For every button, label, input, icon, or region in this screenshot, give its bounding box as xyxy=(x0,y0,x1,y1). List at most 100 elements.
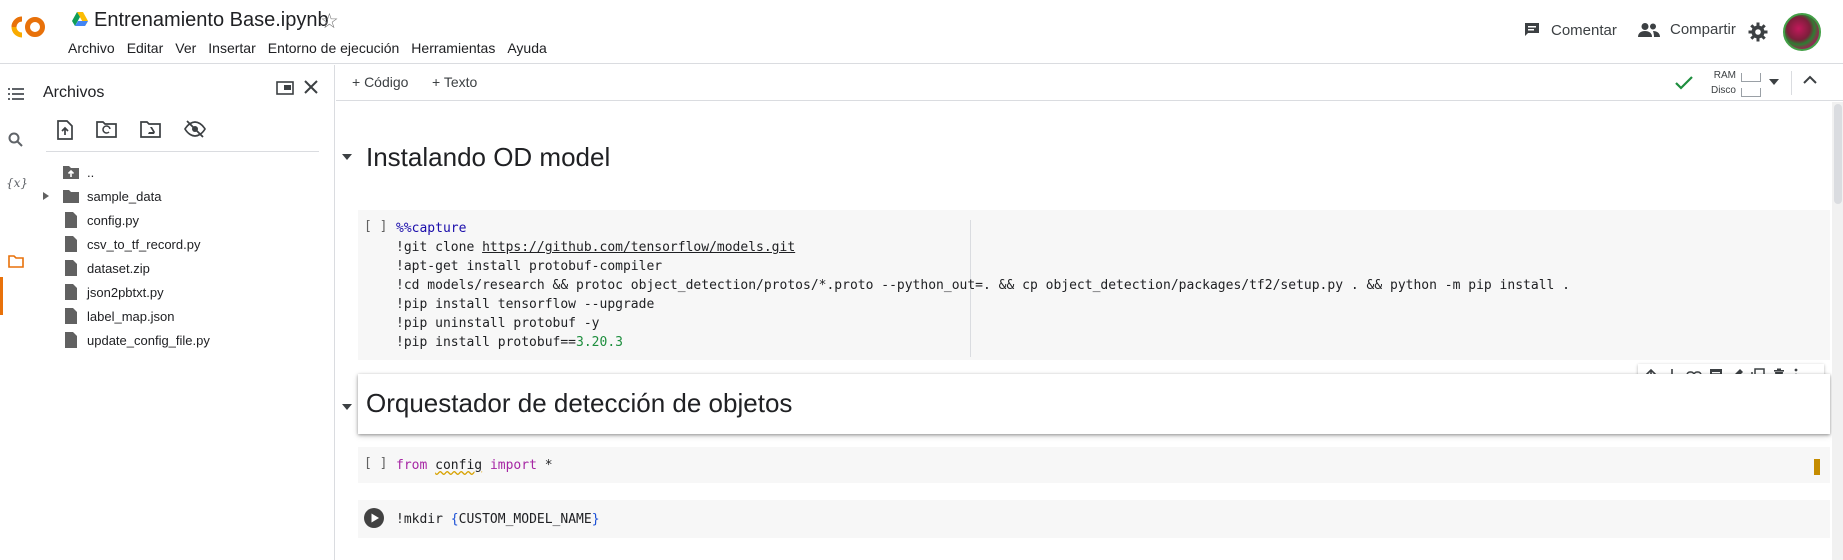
code-keyword: from xyxy=(396,458,428,473)
disk-label: Disco xyxy=(1710,85,1736,96)
code-text: !pip install protobuf== xyxy=(396,335,577,350)
code-text: * xyxy=(536,458,553,473)
divider xyxy=(46,151,319,152)
file-tree: .. sample_data config.py csv_to_tf_recor… xyxy=(32,160,332,352)
code-cell[interactable]: !mkdir {CUSTOM_MODEL_NAME} xyxy=(358,500,1830,538)
comment-icon xyxy=(1523,21,1551,39)
tree-item-label: sample_data xyxy=(87,189,162,204)
ram-usage-bar xyxy=(1741,73,1761,82)
top-header: Entrenamiento Base.ipynb ☆ Archivo Edita… xyxy=(0,0,1843,64)
google-drive-icon[interactable] xyxy=(72,12,88,26)
variables-icon[interactable]: {x} xyxy=(6,176,28,190)
collapse-section-icon[interactable] xyxy=(342,404,352,410)
add-code-button[interactable]: + Código xyxy=(352,74,408,90)
code-module: config xyxy=(435,458,483,473)
collapse-section-icon[interactable] xyxy=(342,154,352,160)
file-icon xyxy=(62,212,80,228)
code-line: !cd models/research && protoc object_det… xyxy=(396,278,1570,293)
tree-item-sample-data[interactable]: sample_data xyxy=(32,184,332,208)
search-icon[interactable] xyxy=(8,132,24,148)
notebook-title[interactable]: Entrenamiento Base.ipynb xyxy=(94,9,329,32)
toc-icon[interactable] xyxy=(8,87,24,101)
code-line: !pip uninstall protobuf -y xyxy=(396,316,600,331)
menu-herramientas[interactable]: Herramientas xyxy=(411,40,495,56)
menu-bar: Archivo Editar Ver Insertar Entorno de e… xyxy=(68,40,559,56)
ram-label: RAM xyxy=(1713,70,1736,81)
star-icon[interactable]: ☆ xyxy=(320,9,339,34)
dropdown-arrow-icon[interactable] xyxy=(1769,79,1779,85)
tree-item-config[interactable]: config.py xyxy=(32,208,332,232)
comment-button[interactable]: Comentar xyxy=(1523,21,1617,39)
share-button[interactable]: Compartir xyxy=(1638,21,1736,38)
scrollbar-thumb[interactable] xyxy=(1834,104,1842,204)
file-icon xyxy=(62,308,80,324)
run-cell-icon[interactable] xyxy=(364,508,384,528)
active-indicator xyxy=(0,277,3,315)
file-icon xyxy=(62,284,80,300)
code-line: %%capture xyxy=(396,221,467,236)
refresh-folder-icon[interactable] xyxy=(96,120,118,140)
execution-count[interactable]: [ ] xyxy=(364,456,387,471)
code-url[interactable]: https://github.com/tensorflow/models.git xyxy=(482,240,795,255)
tree-item-label: update_config_file.py xyxy=(87,333,210,348)
menu-entorno[interactable]: Entorno de ejecución xyxy=(268,40,400,56)
tree-item-dataset-zip[interactable]: dataset.zip xyxy=(32,256,332,280)
colab-logo-icon[interactable] xyxy=(10,16,46,38)
notebook-area: Instalando OD model [ ] %%capture !git c… xyxy=(336,102,1843,560)
tree-item-parent[interactable]: .. xyxy=(32,160,332,184)
tree-item-json2pbtxt[interactable]: json2pbtxt.py xyxy=(32,280,332,304)
left-rail: {x} xyxy=(0,65,32,560)
code-text: !mkdir xyxy=(396,512,451,527)
section-heading: Orquestador de detección de objetos xyxy=(366,388,793,418)
code-variable: CUSTOM_MODEL_NAME xyxy=(458,512,592,527)
tree-item-update-config-file[interactable]: update_config_file.py xyxy=(32,328,332,352)
disk-usage-bar xyxy=(1741,88,1761,97)
folder-icon xyxy=(62,188,80,204)
code-text: !git clone xyxy=(396,240,483,255)
resources-labels[interactable]: RAM Disco xyxy=(1698,68,1736,98)
menu-ayuda[interactable]: Ayuda xyxy=(507,40,546,56)
add-text-button[interactable]: + Texto xyxy=(432,74,477,90)
tree-item-label-map[interactable]: label_map.json xyxy=(32,304,332,328)
upload-file-icon[interactable] xyxy=(56,120,74,140)
files-panel: Archivos .. sample_data config.py csv_to… xyxy=(32,65,335,560)
gear-icon[interactable] xyxy=(1748,22,1768,42)
code-keyword: import xyxy=(489,458,537,473)
menu-archivo[interactable]: Archivo xyxy=(68,40,115,56)
menu-insertar[interactable]: Insertar xyxy=(208,40,255,56)
people-icon xyxy=(1638,22,1670,38)
chevron-up-icon[interactable] xyxy=(1803,75,1817,85)
tree-item-label: label_map.json xyxy=(87,309,175,324)
chevron-right-icon[interactable] xyxy=(42,191,50,201)
code-line: !mkdir {CUSTOM_MODEL_NAME} xyxy=(396,510,600,529)
execution-count[interactable]: [ ] xyxy=(364,219,387,234)
avatar[interactable] xyxy=(1783,13,1821,51)
tree-item-label: json2pbtxt.py xyxy=(87,285,164,300)
file-icon xyxy=(62,332,80,348)
code-cell[interactable]: [ ] %%capture !git clone https://github.… xyxy=(358,210,1830,360)
menu-ver[interactable]: Ver xyxy=(175,40,196,56)
code-cell[interactable]: [ ] from config import * xyxy=(358,447,1830,483)
mount-drive-icon[interactable] xyxy=(140,120,162,140)
toolbar-divider xyxy=(1791,71,1792,95)
code-editor[interactable]: %%capture !git clone https://github.com/… xyxy=(396,219,1570,352)
check-icon[interactable] xyxy=(1675,76,1693,90)
code-editor[interactable]: from config import * xyxy=(396,456,553,475)
tree-item-csv-to-tf-record[interactable]: csv_to_tf_record.py xyxy=(32,232,332,256)
tree-item-label: csv_to_tf_record.py xyxy=(87,237,201,252)
text-cell-selected[interactable]: Orquestador de detección de objetos xyxy=(358,374,1830,434)
files-title: Archivos xyxy=(43,84,105,101)
folder-icon[interactable] xyxy=(8,254,24,268)
file-icon xyxy=(62,260,80,276)
tree-item-label: config.py xyxy=(87,213,140,228)
close-icon[interactable] xyxy=(303,79,319,95)
section-heading: Instalando OD model xyxy=(366,142,611,172)
code-editor[interactable]: !mkdir {CUSTOM_MODEL_NAME} xyxy=(396,510,600,529)
comment-label: Comentar xyxy=(1551,21,1617,39)
open-new-window-icon[interactable] xyxy=(276,81,294,95)
menu-editar[interactable]: Editar xyxy=(127,40,164,56)
folder-up-icon xyxy=(62,164,80,180)
share-label: Compartir xyxy=(1670,21,1736,38)
hide-hidden-files-icon[interactable] xyxy=(184,120,206,140)
code-line: !pip install protobuf==3.20.3 xyxy=(396,333,1570,352)
